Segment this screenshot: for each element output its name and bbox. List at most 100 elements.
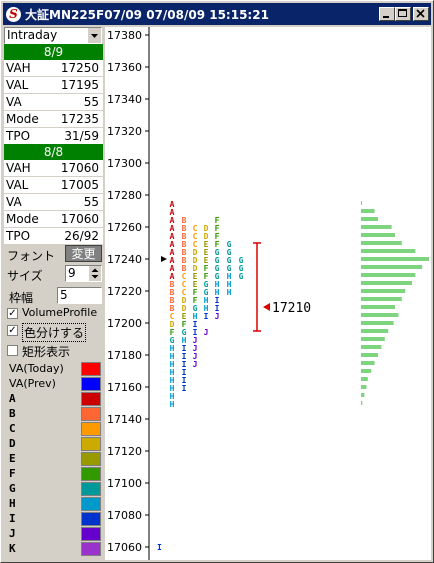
price-tick-label: 17380 <box>107 29 142 42</box>
volume-bar <box>361 345 382 349</box>
legend-label: A <box>9 392 16 405</box>
stat-value: 55 <box>83 95 99 109</box>
maximize-button[interactable] <box>395 7 411 21</box>
volume-bar <box>361 369 372 373</box>
legend-swatch <box>81 422 101 436</box>
title-bar[interactable]: S 大証MN225F07/09 07/08/09 15:15:21 <box>3 3 431 25</box>
stat-key: VAL <box>6 178 29 192</box>
volume-bar <box>361 329 389 333</box>
spin-arrows-icon[interactable] <box>89 266 101 281</box>
volume-bar <box>361 225 392 229</box>
stat-row: VAH 17250 <box>4 60 103 77</box>
price-tick-label: 17240 <box>107 253 142 266</box>
minimize-button[interactable] <box>379 7 395 21</box>
volume-bar <box>361 265 423 269</box>
legend-label: D <box>9 437 16 450</box>
volume-bar <box>361 217 378 221</box>
stat-row: VAL 17195 <box>4 77 103 94</box>
window-title: 大証MN225F07/09 07/08/09 15:15:21 <box>25 7 269 22</box>
tpo-letter: H <box>227 288 232 297</box>
price-tick-label: 17300 <box>107 157 142 170</box>
colorize-checkbox[interactable]: ✓ <box>7 325 18 336</box>
colorize-label: 色分けする <box>22 323 87 342</box>
stat-row: VA 55 <box>4 194 103 211</box>
legend-label: H <box>9 497 16 510</box>
legend-swatch <box>81 377 101 391</box>
legend-swatch <box>81 467 101 481</box>
legend-label: VA(Prev) <box>9 377 56 390</box>
mode-dropdown[interactable]: Intraday <box>4 27 102 44</box>
volume-bar <box>361 241 402 245</box>
volume-bar <box>361 209 375 213</box>
legend-swatch <box>81 392 101 406</box>
legend-label: VA(Today) <box>9 362 64 375</box>
tpo-letter: J <box>215 312 220 321</box>
legend-swatch <box>81 497 101 511</box>
chevron-down-icon[interactable] <box>87 28 101 43</box>
price-tick-label: 17180 <box>107 349 142 362</box>
price-tick-label: 17360 <box>107 61 142 74</box>
volume-bar <box>361 297 402 301</box>
legend-label: G <box>9 482 16 495</box>
minimize-icon <box>383 16 389 18</box>
volume-bar <box>361 305 395 309</box>
close-icon <box>416 9 425 18</box>
stat-row: TPO 31/59 <box>4 128 103 145</box>
rectangle-display-checkbox[interactable] <box>7 345 18 356</box>
volume-bar <box>361 289 406 293</box>
price-tick-label: 17140 <box>107 413 142 426</box>
stat-value: 26/92 <box>64 229 99 243</box>
stat-value: 17060 <box>60 212 99 226</box>
legend-label: J <box>9 527 16 540</box>
tpo-letter: I <box>157 543 162 552</box>
legend-label: C <box>9 422 16 435</box>
close-button[interactable] <box>413 7 429 21</box>
stat-key: VA <box>6 95 22 109</box>
stat-key: TPO <box>6 229 31 243</box>
font-change-button[interactable]: 変更 <box>65 245 102 262</box>
volume-bar <box>361 313 399 317</box>
price-tick-label: 17120 <box>107 445 142 458</box>
stat-key: Mode <box>6 212 39 226</box>
volume-bar <box>361 273 416 277</box>
volume-bar <box>361 201 362 205</box>
tpo-letter: J <box>193 360 198 369</box>
price-tick-label: 17200 <box>107 317 142 330</box>
volume-bar <box>361 257 429 261</box>
stat-value: 55 <box>83 195 99 209</box>
stat-key: Mode <box>6 112 39 126</box>
volume-bar <box>361 385 367 389</box>
stat-key: TPO <box>6 129 31 143</box>
price-tick-label: 17340 <box>107 93 142 106</box>
price-tick-label: 17100 <box>107 477 142 490</box>
stat-row: TPO 26/92 <box>4 228 103 245</box>
market-profile-chart[interactable]: 17380 17360 17340 17320 17300 17280 17260 17240… <box>105 27 431 560</box>
stat-value: 17060 <box>60 161 99 175</box>
volume-bar <box>361 281 412 285</box>
legend-swatch <box>81 542 101 556</box>
stat-row: Mode 17060 <box>4 211 103 228</box>
size-stepper[interactable]: 9 <box>65 265 102 282</box>
price-tick-label: 17220 <box>107 285 142 298</box>
legend-swatch <box>81 362 101 376</box>
stat-value: 17005 <box>60 178 99 192</box>
day-header-2: 8/8 <box>4 144 103 160</box>
tpo-letter: I <box>182 384 187 393</box>
stat-value: 17235 <box>60 112 99 126</box>
frame-width-input[interactable]: 5 <box>57 287 102 304</box>
frame-width-label: 枠幅 <box>9 291 34 305</box>
volume-bar <box>361 401 363 405</box>
legend-label: F <box>9 467 16 480</box>
stat-value: 31/59 <box>64 129 99 143</box>
volume-bar <box>361 377 368 381</box>
application-window: S 大証MN225F07/09 07/08/09 15:15:21 Intrad… <box>0 0 434 563</box>
legend-swatch <box>81 527 101 541</box>
stat-value: 17250 <box>60 61 99 75</box>
volume-bar <box>361 337 385 341</box>
stat-row: VA 55 <box>4 94 103 111</box>
day-header-1: 8/9 <box>4 44 103 60</box>
price-tick-label: 17060 <box>107 541 142 554</box>
legend-label: B <box>9 407 16 420</box>
stat-row: VAH 17060 <box>4 160 103 177</box>
volume-profile-checkbox[interactable]: ✓ <box>7 308 18 319</box>
